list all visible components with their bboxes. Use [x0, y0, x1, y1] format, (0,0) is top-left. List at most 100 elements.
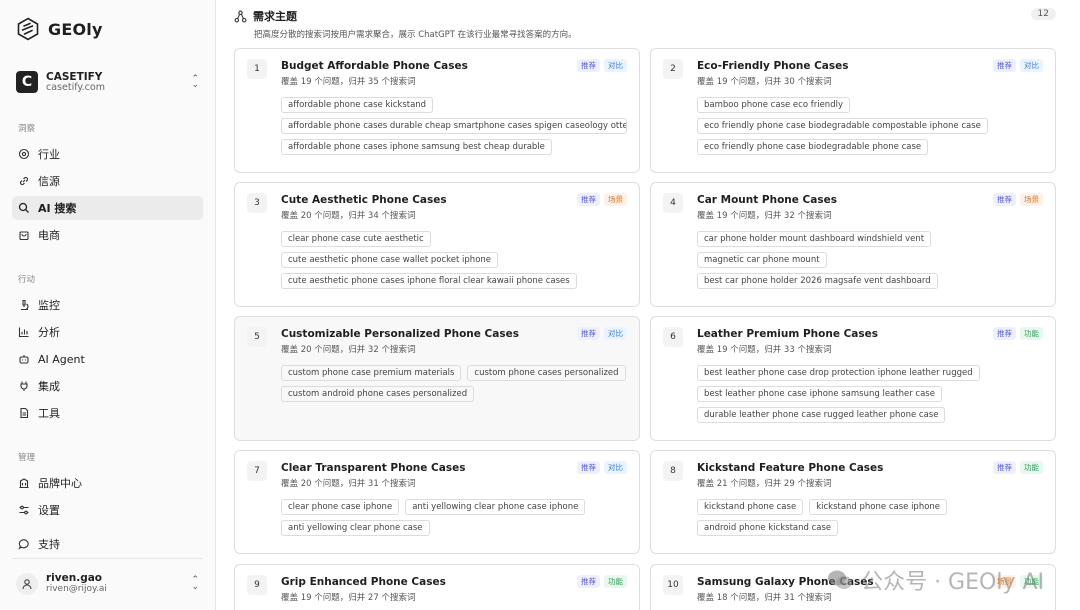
panel-header: 需求主题 把高度分散的搜索词按用户需求聚合，展示 ChatGPT 在该行业最常寻…: [234, 8, 1060, 44]
topic-title: Car Mount Phone Cases: [697, 194, 837, 206]
keyword-chip[interactable]: anti yellowing clear phone case iphone: [405, 499, 586, 515]
intent-tag: 推荐: [577, 575, 600, 588]
user-name: riven.gao: [46, 571, 103, 584]
intent-tag: 推荐: [577, 461, 600, 474]
keyword-chip[interactable]: kickstand phone case: [697, 499, 804, 515]
keyword-chip[interactable]: custom android phone cases personalized: [281, 386, 475, 402]
topic-meta: 覆盖 20 个问题，归并 34 个搜索词: [281, 211, 416, 221]
app-root: GEOly C CASETIFY casetify.com ⌃ ⌄ 洞察 行业 信…: [0, 0, 1080, 610]
nav-label: 集成: [38, 380, 60, 393]
topic-tags: 推荐 场景: [577, 193, 627, 206]
keyword-chip[interactable]: affordable phone cases iphone samsung be…: [281, 139, 552, 155]
plug-icon: [20, 381, 28, 391]
nav-item-sources[interactable]: 信源: [12, 169, 203, 193]
chevron-updown-icon: ⌃ ⌄: [191, 575, 199, 592]
nav-item-monitor[interactable]: 监控: [12, 293, 203, 317]
topic-card[interactable]: 2 Eco-Friendly Phone Cases 覆盖 19 个问题，归并 30…: [650, 48, 1056, 173]
topic-title: Clear Transparent Phone Cases: [281, 462, 466, 474]
bar-chart-icon: [18, 327, 29, 338]
topic-title: Eco-Friendly Phone Cases: [697, 60, 849, 72]
nav-item-industry[interactable]: 行业: [12, 142, 203, 166]
intent-tag: 对比: [1020, 59, 1043, 72]
keyword-chip[interactable]: custom phone case premium materials: [281, 365, 462, 381]
keyword-chip[interactable]: magnetic car phone mount: [697, 252, 827, 268]
nav-item-analysis[interactable]: 分析: [12, 320, 203, 344]
keyword-chip[interactable]: kickstand phone case iphone: [809, 499, 948, 515]
intent-tag: 推荐: [993, 193, 1016, 206]
nav-item-tools[interactable]: 工具: [12, 401, 203, 425]
topic-card[interactable]: 1 Budget Affordable Phone Cases 覆盖 19 个问题，…: [234, 48, 640, 173]
section-label-insight: 洞察: [18, 124, 36, 134]
user-email: riven@rijoy.ai: [46, 584, 107, 595]
topic-meta: 覆盖 19 个问题，归并 27 个搜索词: [281, 593, 416, 603]
keyword-chip[interactable]: android phone kickstand case: [697, 520, 839, 536]
keyword-chip[interactable]: clear phone case iphone: [281, 499, 400, 515]
topic-card[interactable]: 7 Clear Transparent Phone Cases 覆盖 20 个问题，…: [234, 450, 640, 554]
topic-title: Grip Enhanced Phone Cases: [281, 576, 446, 588]
keyword-chip[interactable]: eco friendly phone case biodegradable ph…: [697, 139, 929, 155]
sliders-icon: [19, 505, 29, 515]
topic-card[interactable]: 4 Car Mount Phone Cases 覆盖 19 个问题，归并 32 个搜…: [650, 182, 1056, 307]
user-avatar: [16, 572, 38, 595]
nav-item-brand-center[interactable]: 品牌中心: [12, 471, 203, 495]
nav-item-ecommerce[interactable]: 电商: [12, 223, 203, 247]
topic-card[interactable]: 9 Grip Enhanced Phone Cases 覆盖 19 个问题，归并 2…: [234, 564, 640, 610]
topic-rank: 3: [247, 193, 267, 213]
section-label-action: 行动: [18, 275, 36, 285]
keyword-chip[interactable]: bamboo phone case eco friendly: [697, 97, 850, 113]
keyword-chip[interactable]: best leather phone case iphone samsung l…: [697, 386, 942, 402]
keyword-chip[interactable]: cute aesthetic phone cases iphone floral…: [281, 273, 577, 289]
nav-label: 信源: [38, 175, 60, 188]
topic-meta: 覆盖 20 个问题，归并 32 个搜索词: [281, 345, 416, 355]
keyword-list: kickstand phone case kickstand phone case…: [697, 499, 1043, 536]
topic-tags: 推荐 功能: [993, 461, 1043, 474]
nav-label: 行业: [38, 148, 60, 161]
topic-card[interactable]: 5 Customizable Personalized Phone Cases 覆盖…: [234, 316, 640, 441]
keyword-chip[interactable]: affordable phone case kickstand: [281, 97, 434, 113]
keyword-chip[interactable]: anti yellowing clear phone case: [281, 520, 430, 536]
keyword-chip[interactable]: custom phone cases personalized: [467, 365, 626, 381]
topic-rank: 5: [247, 327, 267, 347]
topic-card[interactable]: 6 Leather Premium Phone Cases 覆盖 19 个问题，归并…: [650, 316, 1056, 441]
topic-title: Kickstand Feature Phone Cases: [697, 462, 884, 474]
intent-tag: 推荐: [993, 59, 1016, 72]
nav-item-integration[interactable]: 集成: [12, 374, 203, 398]
keyword-list: clear phone case iphone anti yellowing cl…: [281, 499, 627, 536]
section-label-manage: 管理: [18, 453, 36, 463]
topic-card[interactable]: 3 Cute Aesthetic Phone Cases 覆盖 20 个问题，归并 …: [234, 182, 640, 307]
keyword-chip[interactable]: eco friendly phone case biodegradable co…: [697, 118, 988, 134]
keyword-list: car phone holder mount dashboard windshi…: [697, 231, 1043, 289]
topic-title: Cute Aesthetic Phone Cases: [281, 194, 447, 206]
keyword-chip[interactable]: best leather phone case drop protection …: [697, 365, 980, 381]
topic-rank: 4: [663, 193, 683, 213]
keyword-chip[interactable]: best car phone holder 2026 magsafe vent …: [697, 273, 938, 289]
topic-rank: 6: [663, 327, 683, 347]
main-content: 需求主题 把高度分散的搜索词按用户需求聚合，展示 ChatGPT 在该行业最常寻…: [216, 0, 1080, 610]
keyword-chip[interactable]: affordable phone cases durable cheap sma…: [281, 118, 627, 134]
nav-item-settings[interactable]: 设置: [12, 498, 203, 522]
keyword-chip[interactable]: clear phone case cute aesthetic: [281, 231, 431, 247]
keyword-chip[interactable]: durable leather phone case rugged leathe…: [697, 407, 946, 423]
keyword-list: clear phone case cute aesthetic cute aest…: [281, 231, 627, 289]
intent-tag: 场景: [1020, 193, 1043, 206]
nav-item-ai-agent[interactable]: AI Agent: [12, 347, 203, 371]
topic-rank: 7: [247, 461, 267, 481]
keyword-chip[interactable]: car phone holder mount dashboard windshi…: [697, 231, 932, 247]
nav-label: 设置: [38, 504, 60, 517]
topic-tags: 推荐 对比: [577, 461, 627, 474]
nav-item-ai-search[interactable]: AI 搜索: [12, 196, 203, 220]
document-icon: [20, 407, 29, 419]
brand-switcher[interactable]: C CASETIFY casetify.com ⌃ ⌄: [12, 62, 203, 102]
microscope-icon: [21, 299, 29, 311]
logo[interactable]: GEOly: [12, 0, 203, 58]
building-icon: [19, 478, 29, 489]
network-icon: [234, 10, 247, 22]
intent-tag: 功能: [1020, 461, 1043, 474]
topic-rank: 1: [247, 59, 267, 79]
app-name: GEOly: [48, 19, 103, 39]
topic-card[interactable]: 8 Kickstand Feature Phone Cases 覆盖 21 个问题，…: [650, 450, 1056, 554]
keyword-chip[interactable]: cute aesthetic phone case wallet pocket …: [281, 252, 499, 268]
nav-item-support[interactable]: 支持: [12, 532, 203, 556]
user-menu[interactable]: riven.gao riven@rijoy.ai ⌃ ⌄: [12, 558, 203, 602]
link-icon: [19, 176, 29, 186]
